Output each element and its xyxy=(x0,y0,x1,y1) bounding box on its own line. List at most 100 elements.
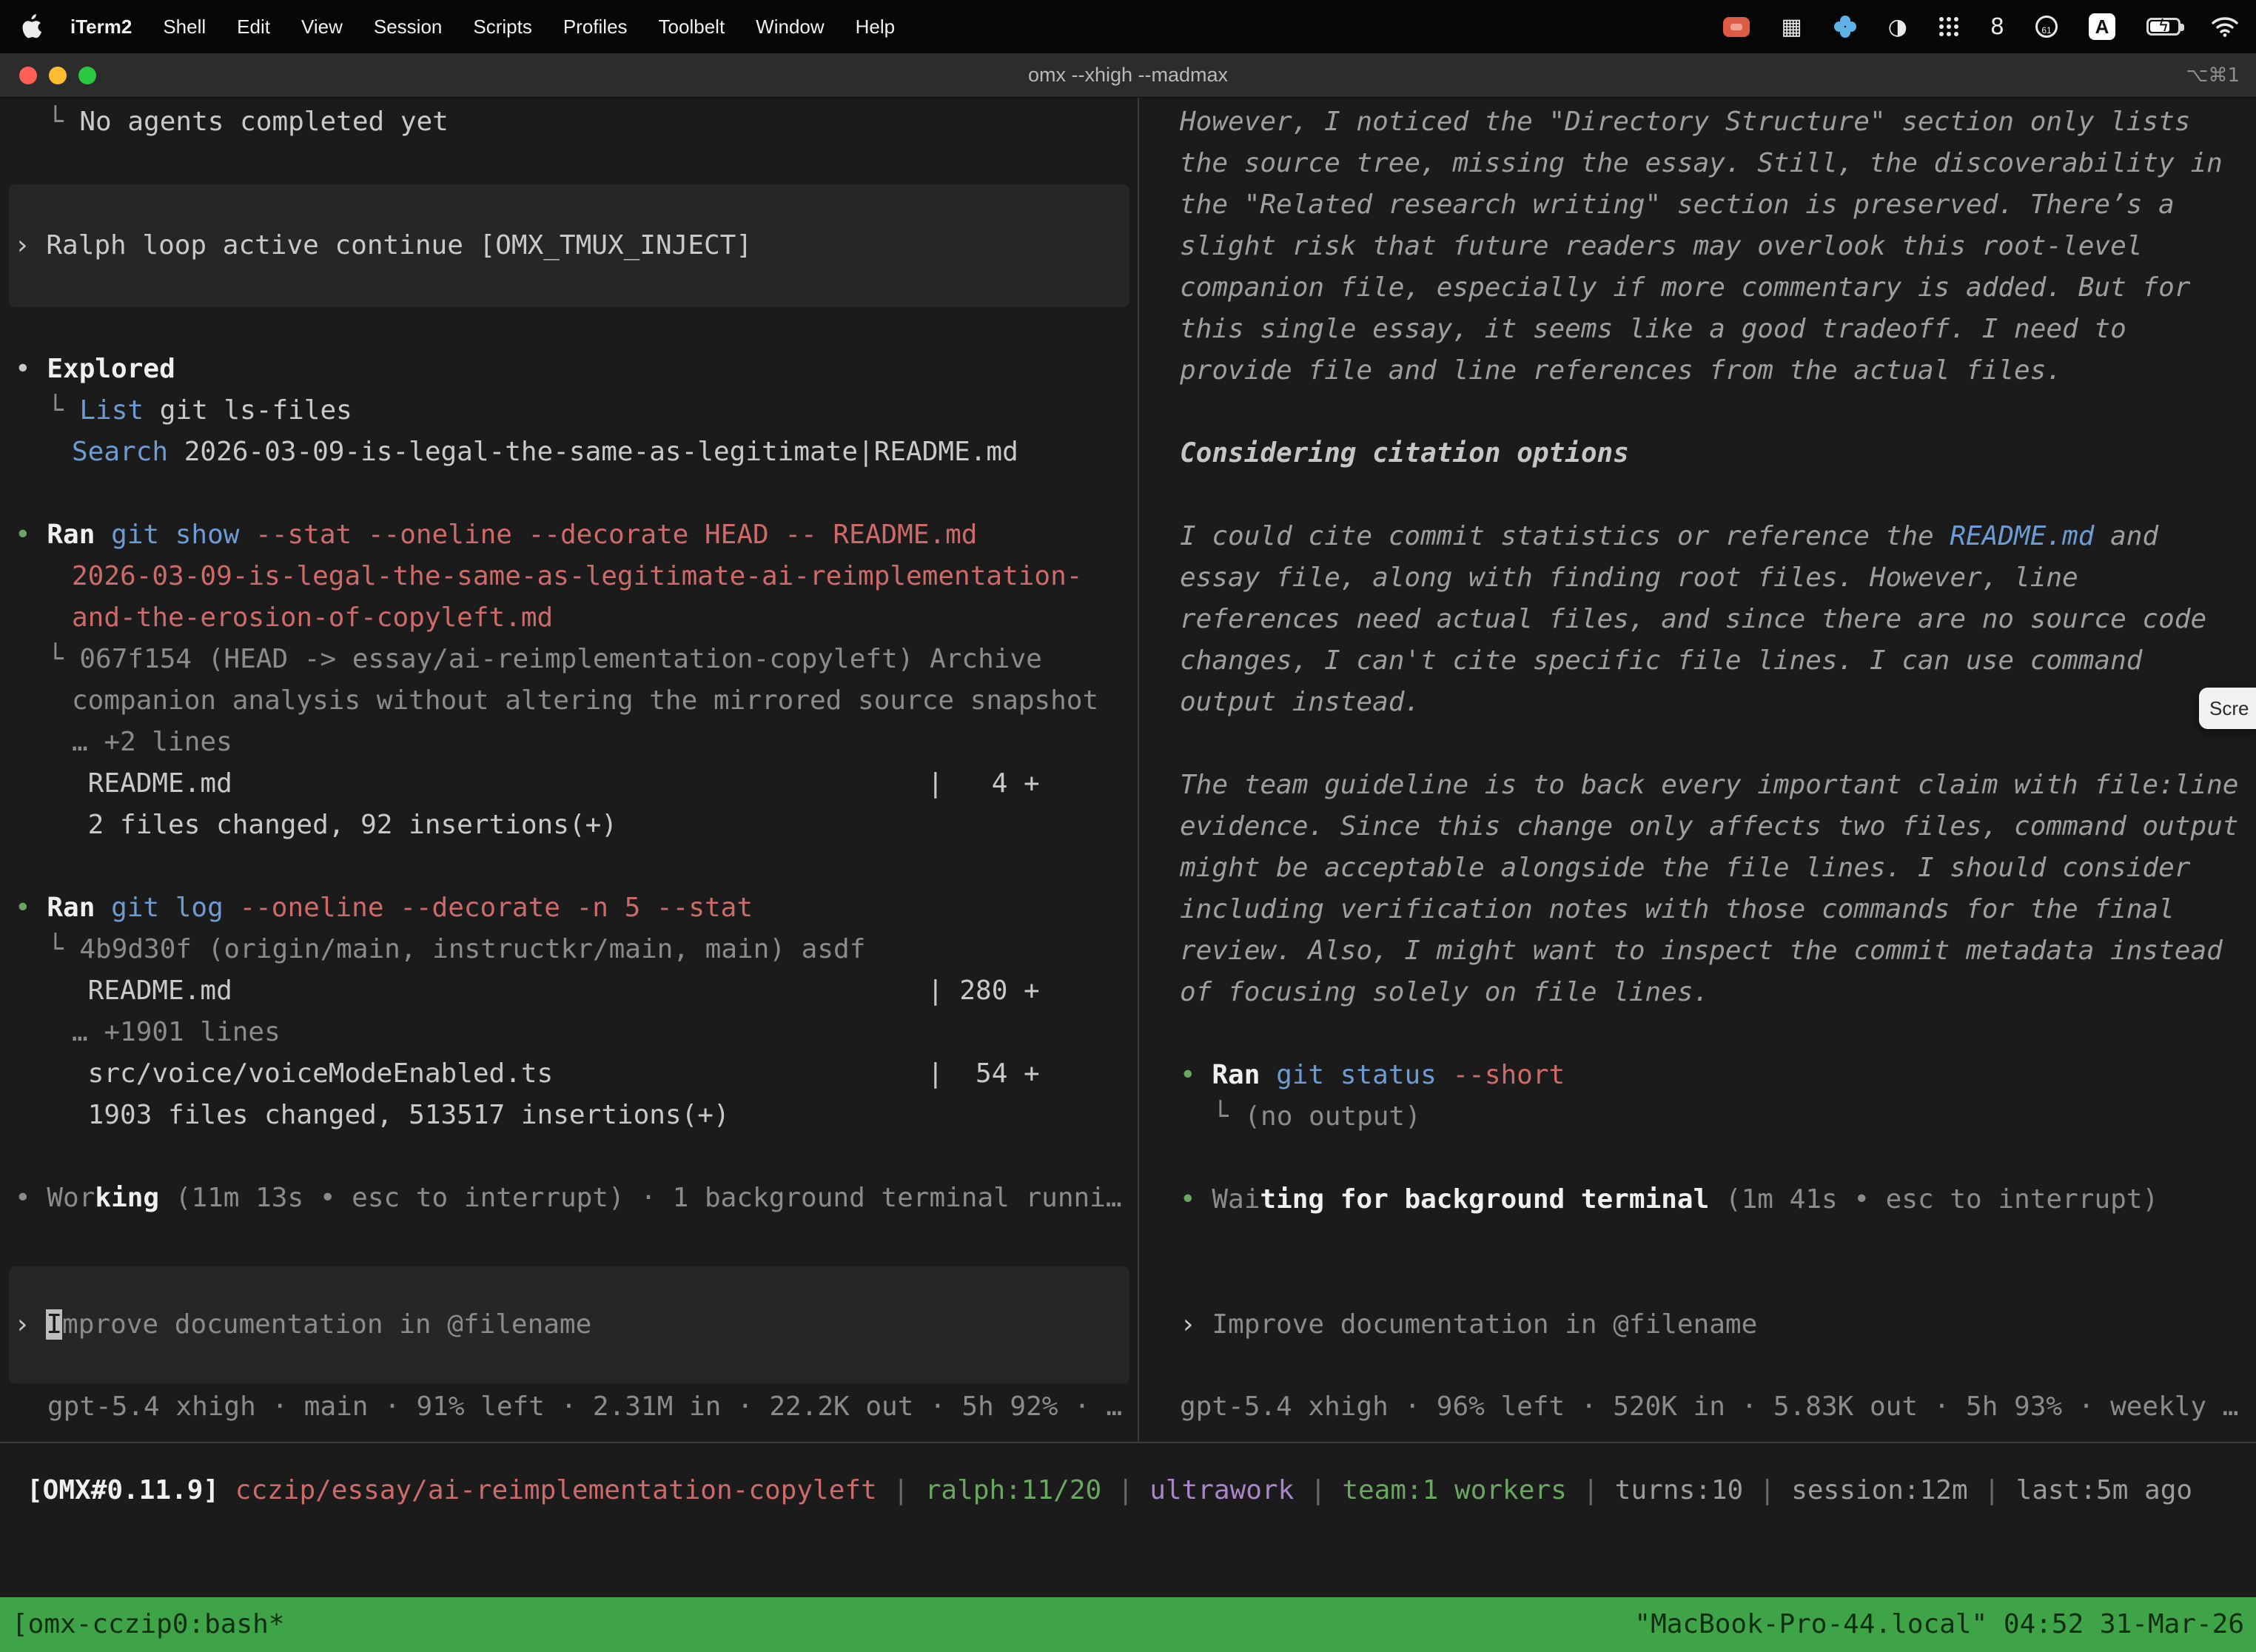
text-segment: | xyxy=(877,1475,925,1505)
terminal-line: src/voice/voiceModeEnabled.ts| 54 + xyxy=(0,1053,1138,1095)
tmux-host-clock: "MacBook-Pro-44.local" 04:52 31-Mar-26 xyxy=(1634,1597,2244,1652)
text-segment: Ran xyxy=(1212,1060,1276,1090)
terminal-line: slight risk that future readers may over… xyxy=(1165,226,2256,267)
text-segment: this single essay, it seems like a good … xyxy=(1180,314,2126,344)
terminal-pane-right[interactable]: However, I noticed the "Directory Struct… xyxy=(1139,98,2256,1442)
terminal-line: However, I noticed the "Directory Struct… xyxy=(1165,101,2256,143)
text-segment: gpt-5.4 xhigh · main · 91% left · 2.31M … xyxy=(47,1391,1122,1422)
text-segment: mprove documentation in @filename xyxy=(62,1309,591,1340)
traffic-lights xyxy=(19,67,96,84)
text-segment: › xyxy=(1180,1309,1212,1340)
text-segment: • xyxy=(15,354,47,384)
gauge-value: 61 xyxy=(2041,25,2051,36)
text-segment: I could cite commit statistics or refere… xyxy=(1180,521,1950,551)
text-segment: session:12m xyxy=(1791,1475,1967,1505)
text-segment: companion file, especially if more comme… xyxy=(1180,272,2190,303)
wifi-icon[interactable] xyxy=(2212,16,2238,37)
text-segment: slight risk that future readers may over… xyxy=(1180,231,2142,261)
terminal-line xyxy=(0,846,1138,887)
zoom-button[interactable] xyxy=(78,67,96,84)
half-circle-icon[interactable]: ◑ xyxy=(1888,14,1907,40)
menu-item-profiles[interactable]: Profiles xyxy=(548,16,643,38)
prompt-input-right[interactable]: › Improve documentation in @filename xyxy=(1165,1304,2256,1346)
window-title-bar[interactable]: omx --xhigh --madmax ⌥⌘1 xyxy=(0,53,2256,98)
text-segment: Wai xyxy=(1212,1184,1260,1215)
text-segment: (11m 13s • esc to interrupt) · 1 backgro… xyxy=(159,1183,1121,1213)
menu-item-window[interactable]: Window xyxy=(740,16,839,38)
text-segment: | xyxy=(1294,1475,1342,1505)
text-segment: Ran xyxy=(47,520,111,550)
text-segment: references need actual files, and since … xyxy=(1180,604,2206,634)
menu-bar-status-icons: ▦ ◑ 8 61 A ϟ xyxy=(1723,13,2238,40)
menu-item-view[interactable]: View xyxy=(286,16,358,38)
terminal-line xyxy=(0,307,1138,349)
dots-grid-icon[interactable] xyxy=(1938,16,1959,37)
text-segment: • xyxy=(1180,1184,1212,1215)
prompt-input-left-line: › Improve documentation in @filename xyxy=(9,1304,1129,1346)
text-segment: Search xyxy=(72,437,168,467)
tmux-session-label[interactable]: [omx-cczip0:bash* xyxy=(12,1597,284,1652)
text-segment: • xyxy=(15,1183,47,1213)
text-segment: 4b9d30f (origin/main, instructkr/main, m… xyxy=(79,934,865,964)
prompt-input-left[interactable]: › Improve documentation in @filename xyxy=(9,1266,1129,1383)
text-segment: changes, I can't cite specific file line… xyxy=(1180,645,2142,676)
terminal-window: └ No agents completed yet › Ralph loop a… xyxy=(0,98,2256,1597)
screen-edge-button[interactable]: Scre xyxy=(2199,688,2256,729)
text-segment: No agents completed yet xyxy=(79,107,449,137)
text-segment: › xyxy=(14,230,46,261)
terminal-line: this single essay, it seems like a good … xyxy=(1165,309,2256,350)
text-segment: Improve documentation in @filename xyxy=(1212,1309,1757,1340)
text-segment: output instead. xyxy=(1180,687,1420,717)
menu-item-session[interactable]: Session xyxy=(358,16,458,38)
terminal-line: including verification notes with those … xyxy=(1165,889,2256,930)
terminal-line: essay file, along with finding root file… xyxy=(1165,557,2256,599)
battery-icon[interactable]: ϟ xyxy=(2146,18,2181,36)
text-segment: Considering citation options xyxy=(1180,438,1629,469)
desktop-screen: iTerm2 ShellEditViewSessionScriptsProfil… xyxy=(0,0,2256,1652)
terminal-line: Considering citation options xyxy=(1165,433,2256,474)
text-segment: └ xyxy=(1212,1101,1244,1132)
minimize-button[interactable] xyxy=(49,67,67,84)
terminal-line: • Explored xyxy=(0,349,1138,390)
text-segment: List xyxy=(79,395,144,426)
app-grid-icon[interactable]: ▦ xyxy=(1781,14,1802,40)
text-segment: (no output) xyxy=(1244,1101,1420,1132)
text-segment: • xyxy=(15,893,47,923)
model-status-left: gpt-5.4 xhigh · main · 91% left · 2.31M … xyxy=(33,1386,1138,1428)
text-segment: › xyxy=(14,1309,46,1340)
menu-item-toolbelt[interactable]: Toolbelt xyxy=(643,16,741,38)
text-segment: gpt-5.4 xhigh · 96% left · 520K in · 5.8… xyxy=(1180,1391,2238,1422)
text-segment: --stat --oneline --decorate HEAD -- READ… xyxy=(255,520,977,550)
menu-item-shell[interactable]: Shell xyxy=(147,16,221,38)
text-segment: provide file and line references from th… xyxy=(1180,355,2062,386)
terminal-line xyxy=(0,1136,1138,1178)
menu-item-edit[interactable]: Edit xyxy=(221,16,286,38)
terminal-line: provide file and line references from th… xyxy=(1165,350,2256,392)
screen-recording-icon[interactable] xyxy=(1723,17,1750,37)
text-segment: Wor xyxy=(47,1183,95,1213)
terminal-line: › Improve documentation in @filename xyxy=(1165,1304,2256,1346)
apple-menu-icon[interactable] xyxy=(22,14,41,39)
text-segment: cczip/essay/ai-reimplementation-copyleft xyxy=(235,1475,877,1505)
terminal-pane-left[interactable]: └ No agents completed yet › Ralph loop a… xyxy=(0,98,1139,1442)
terminal-line: • Waiting for background terminal (1m 41… xyxy=(1165,1179,2256,1220)
menu-item-help[interactable]: Help xyxy=(840,16,910,38)
text-segment: the source tree, missing the essay. Stil… xyxy=(1180,148,2223,178)
text-segment: might be acceptable alongside the file l… xyxy=(1180,853,2190,883)
terminal-line: gpt-5.4 xhigh · 96% left · 520K in · 5.8… xyxy=(1165,1386,2256,1428)
input-source-icon[interactable]: A xyxy=(2089,13,2115,40)
terminal-line: companion analysis without altering the … xyxy=(0,680,1138,722)
text-segment: | 4 + xyxy=(927,763,1040,805)
menu-item-scripts[interactable]: Scripts xyxy=(457,16,547,38)
flower-icon[interactable] xyxy=(1833,15,1857,38)
text-segment: └ xyxy=(47,934,79,964)
text-segment: team:1 workers xyxy=(1342,1475,1566,1505)
close-button[interactable] xyxy=(19,67,37,84)
figure-eight-icon[interactable]: 8 xyxy=(1990,14,2004,40)
text-segment: ultrawork xyxy=(1149,1475,1294,1505)
gauge-icon[interactable]: 61 xyxy=(2035,16,2058,38)
text-segment: --oneline --decorate -n 5 --stat xyxy=(239,893,753,923)
menu-item-app[interactable]: iTerm2 xyxy=(55,16,147,38)
window-shortcut-hint: ⌥⌘1 xyxy=(2186,64,2240,87)
text-segment: companion analysis without altering the … xyxy=(72,685,1098,716)
